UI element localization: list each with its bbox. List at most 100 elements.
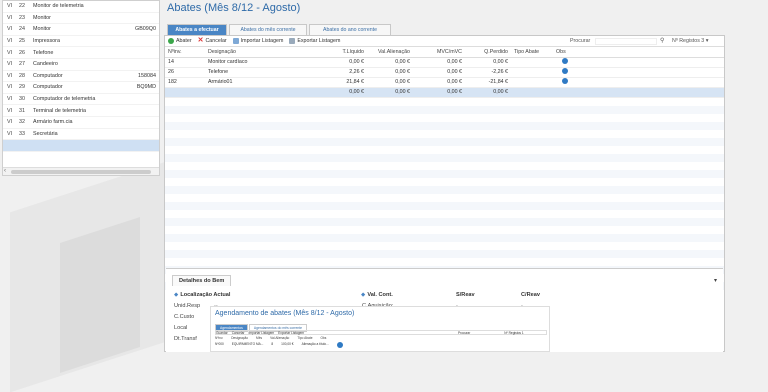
cell-ninv: 14 [165,57,205,68]
list-item[interactable]: VI 26 Telefone [3,47,159,59]
cancelar-button-small[interactable]: Cancelar [232,331,245,335]
col-ninv[interactable]: Nºinv. [165,47,205,58]
cell-tipo-abate[interactable] [511,57,553,68]
info-icon[interactable] [562,78,568,84]
list-item-selected[interactable] [3,140,159,152]
tab-abates-mes-corrente[interactable]: Abates do mês corrente [229,24,307,35]
col-filler [577,47,724,58]
list-item-type: VI [7,119,13,126]
col-tipo-abate[interactable]: Tipo Abate [511,47,553,58]
cell-tipo-abate[interactable] [511,67,553,78]
importar-button-small[interactable]: Importar Listagem [248,331,274,335]
toolbar: Abater ✕ Cancelar Importar Listagem Expor… [165,36,724,47]
tab-bar: Abates a efectuar Abates do mês corrente… [167,24,393,35]
col-val-alienacao[interactable]: Val.Alienação [367,47,413,58]
tab-detalhes-do-bem[interactable]: Detalhes do Bem [172,275,232,286]
scrollbar-thumb[interactable] [11,170,151,174]
info-icon[interactable] [562,58,568,64]
search-label: Procurar [570,38,591,44]
col-obs[interactable]: Obs [553,47,577,58]
chevron-down-icon[interactable]: ▾ [714,277,717,284]
cell-ninv-small: Nº000 [215,342,224,346]
col-tipo-abate-small: Tipo Abate [297,336,313,340]
col-mvc[interactable]: MVC/mVC [413,47,465,58]
list-item[interactable]: VI 30 Computador de telemetria [3,94,159,106]
list-item[interactable]: VI 25 Impressora [3,36,159,48]
col-qperdido[interactable]: Q.Perdido [465,47,511,58]
list-item-code: GB09Q0 [135,26,156,33]
import-icon [232,38,239,44]
unid-resp-label: Unid.Resp [174,303,201,309]
dt-transf-label: Dt.Transf [174,336,197,342]
cell-val-alienacao: 0,00 € [367,67,413,78]
tab-abates-a-efectuar[interactable]: Abates a efectuar [167,24,227,35]
importar-button[interactable]: Importar Listagem [232,38,283,44]
list-item[interactable]: VI 22 Monitor de telemetria [3,1,159,13]
list-item[interactable]: VI 29 Computador BQ9MD [3,82,159,94]
totals-empty-cell [165,87,205,98]
list-item[interactable]: VI 27 Candeeiro [3,59,159,71]
list-item-number: 22 [19,3,25,10]
list-item-type: VI [7,3,13,10]
search-input[interactable] [595,38,657,45]
list-item[interactable]: VI 32 Armário farm.cia [3,117,159,129]
list-item-number: 29 [19,84,25,91]
background-shape-secondary [60,217,140,373]
cell-tipo-abate[interactable] [511,77,553,88]
cell-val-alienacao: 0,00 € [367,57,413,68]
close-icon: ✕ [197,37,204,44]
info-icon[interactable] [336,342,343,348]
table-row[interactable]: 182 Armário01 21,84 €0,00 €0,00 € -21,84 € [165,77,724,88]
cell-mvc: 0,00 € [413,77,465,88]
list-item-code: BQ9MD [136,84,156,91]
list-item-name: Impressora [33,38,60,45]
list-item[interactable]: VI 28 Computador 158084 [3,71,159,83]
agendamento-row[interactable]: Nº000 EQUIPAMENTO MA... 8 100,00 € Alien… [215,342,547,348]
col-designacao[interactable]: Designação [205,47,315,58]
val-cont-section: ◆ Val. Cont. [361,292,393,298]
col-obs-small: Obs [320,336,327,340]
record-count-small[interactable]: Nº Registos 1 [504,331,523,335]
binoculars-icon[interactable]: ⚲ [660,37,664,44]
cell-obs [553,77,577,88]
cell-val-alienacao: 0,00 € [367,77,413,88]
agendamento-title: Agendamento de abates (Mês 8/12 - Agosto… [215,310,355,317]
list-item[interactable]: VI 33 Secretária [3,129,159,141]
record-count-label: Nº Registos 3 [672,38,705,44]
table-row[interactable]: 14 Monitor cardíaco 0,00 €0,00 €0,00 €0,00… [165,57,724,68]
cancelar-button[interactable]: ✕ Cancelar [197,37,227,44]
info-icon[interactable] [562,68,568,74]
scroll-left-icon[interactable]: ‹ [4,168,6,174]
list-item[interactable]: VI 23 Monitor [3,13,159,25]
list-item-type: VI [7,61,13,68]
list-item-number: 23 [19,14,25,21]
list-item-name: Computador [33,84,63,91]
list-item-name: Monitor [33,14,51,21]
tab-abates-ano-corrente[interactable]: Abates do ano corrente [309,24,391,35]
col-tliquido[interactable]: T.Líquido [315,47,367,58]
totals-cell: 0,00 € [315,87,367,98]
list-item[interactable]: VI 24 Monitor GB09Q0 [3,24,159,36]
horizontal-scrollbar[interactable]: ‹ [3,167,159,175]
list-item-type: VI [7,14,13,21]
exportar-button-small[interactable]: Exportar Listagem [278,331,304,335]
abater-button[interactable]: Abater [168,38,192,44]
list-item-number: 26 [19,49,25,56]
guardar-button[interactable]: Guardar [216,331,228,335]
exportar-button[interactable]: Exportar Listagem [289,38,340,44]
table-row[interactable]: 26 Telefone 2,26 €0,00 €0,00 € -2,26 € [165,67,724,78]
cell-filler [577,67,724,78]
local-label: Local [174,325,188,331]
cell-mes-small: 8 [271,342,274,346]
record-count-dropdown[interactable]: Nº Registos 3 ▾ [672,38,708,44]
list-item-number: 27 [19,61,25,68]
totals-empty-cell [511,87,553,98]
localizacao-title: Localização Actual [180,292,231,298]
cell-tliquido: 0,00 € [315,57,367,68]
abater-label: Abater [176,38,192,44]
list-item[interactable]: VI 31 Terminal de telemetria [3,105,159,117]
cell-qperdido: 0,00 € [465,57,511,68]
totals-empty-cell [205,87,315,98]
pin-icon: ◆ [361,292,366,298]
cell-tipo-small: Alienação a título... [301,342,329,346]
